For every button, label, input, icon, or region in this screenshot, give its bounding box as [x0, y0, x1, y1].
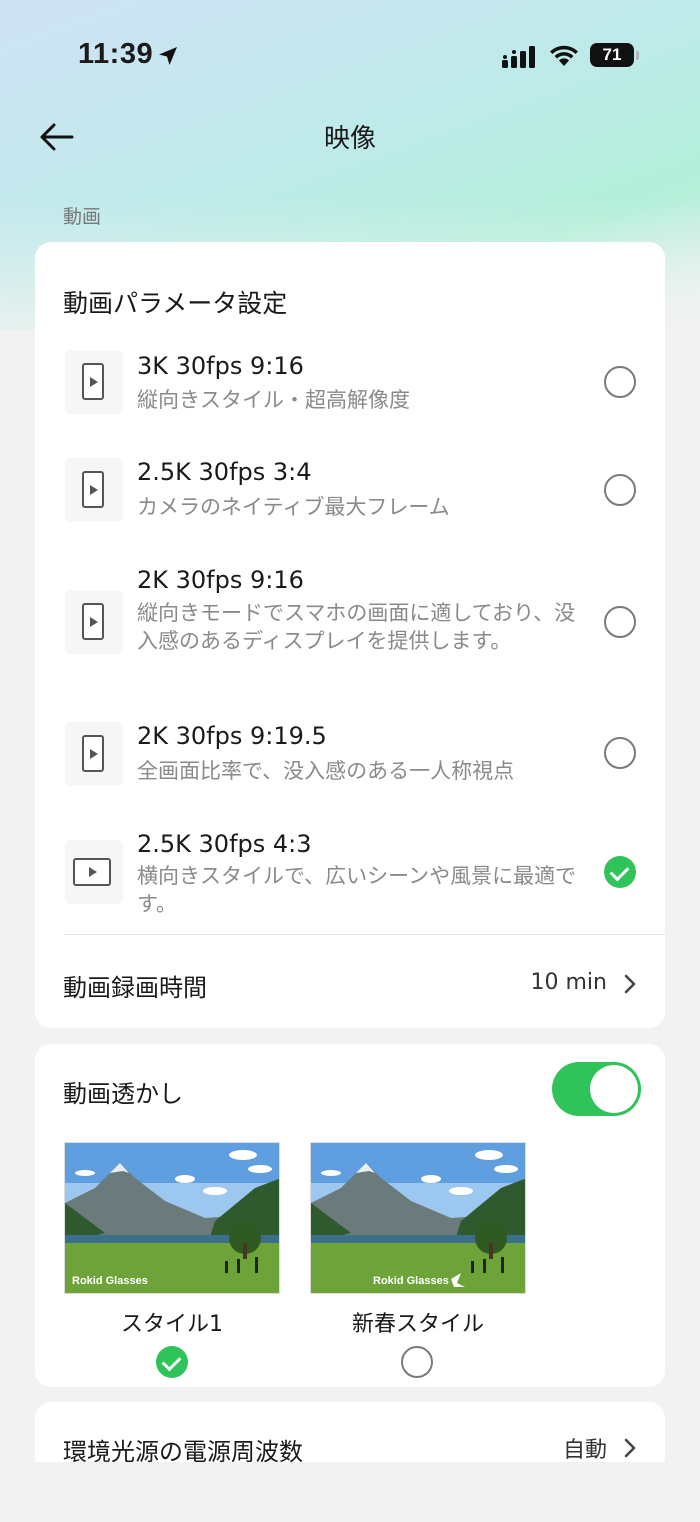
cellular-signal-icon	[502, 46, 535, 68]
battery-indicator: 71	[590, 43, 634, 67]
page-title: 映像	[323, 124, 376, 154]
status-bar: 11:39 71	[0, 0, 700, 110]
wifi-icon	[550, 45, 578, 66]
watermark-toggle[interactable]	[552, 1062, 641, 1116]
option-title: 2.5K 30fps 3:4	[137, 458, 312, 486]
new-year-style-label: 新春スタイル	[351, 1312, 484, 1337]
portrait-video-icon	[65, 350, 123, 414]
watermark-text: Rokid Glasses	[72, 1275, 148, 1287]
battery-cap	[636, 51, 639, 60]
chevron-right-icon	[624, 1438, 636, 1458]
new-year-style-radio[interactable]	[401, 1346, 433, 1378]
recording-duration-label: 動画録画時間	[63, 974, 207, 1002]
watermark-text: Rokid Glasses	[373, 1275, 449, 1287]
recording-duration-value: 10 min	[530, 970, 607, 995]
toggle-knob	[590, 1065, 638, 1113]
option-description: 全画面比率で、没入感のある一人称視点	[137, 759, 515, 783]
watermark-new-year-thumbnail[interactable]: Rokid Glasses	[310, 1142, 526, 1294]
location-arrow-icon	[159, 47, 177, 65]
landscape-video-icon	[65, 840, 123, 904]
option-radio[interactable]	[604, 366, 636, 398]
video-parameter-heading: 動画パラメータ設定	[63, 289, 288, 318]
divider	[63, 934, 665, 935]
section-label-video: 動画	[63, 206, 102, 228]
landscape-image	[65, 1143, 279, 1293]
option-description: 横向きスタイルで、広いシーンや風景に最適です。	[137, 864, 577, 916]
light-frequency-row[interactable]: 環境光源の電源周波数 自動	[35, 1402, 665, 1462]
option-radio[interactable]	[604, 474, 636, 506]
option-title: 3K 30fps 9:16	[137, 352, 304, 380]
light-frequency-label: 環境光源の電源周波数	[63, 1438, 303, 1462]
landscape-image	[311, 1143, 525, 1293]
style1-radio-checked[interactable]	[156, 1346, 188, 1378]
portrait-video-icon	[65, 458, 123, 522]
light-frequency-value: 自動	[562, 1438, 607, 1462]
option-radio[interactable]	[604, 606, 636, 638]
option-description: 縦向きモードでスマホの画面に適しており、没入感のあるディスプレイを提供します。	[137, 601, 576, 653]
style1-label: スタイル1	[121, 1312, 223, 1337]
video-parameter-card: 動画パラメータ設定 3K 30fps 9:16 縦向きスタイル・超高解像度 2.…	[35, 242, 665, 1028]
option-description: 縦向きスタイル・超高解像度	[137, 388, 410, 412]
option-title: 2K 30fps 9:19.5	[137, 722, 327, 750]
option-title: 2.5K 30fps 4:3	[137, 830, 312, 858]
option-radio[interactable]	[604, 737, 636, 769]
portrait-video-icon	[65, 590, 123, 654]
chevron-right-icon	[624, 974, 636, 994]
watermark-label: 動画透かし	[63, 1080, 183, 1108]
option-title: 2K 30fps 9:16	[137, 566, 304, 594]
option-radio-checked[interactable]	[604, 856, 636, 888]
watermark-card: 動画透かし Rokid Glasses スタイル1 Rokid Glasses …	[35, 1044, 665, 1387]
option-description: カメラのネイティブ最大フレーム	[137, 495, 450, 519]
watermark-style1-thumbnail[interactable]: Rokid Glasses	[64, 1142, 280, 1294]
status-time: 11:39	[78, 38, 154, 70]
portrait-video-icon	[65, 722, 123, 786]
